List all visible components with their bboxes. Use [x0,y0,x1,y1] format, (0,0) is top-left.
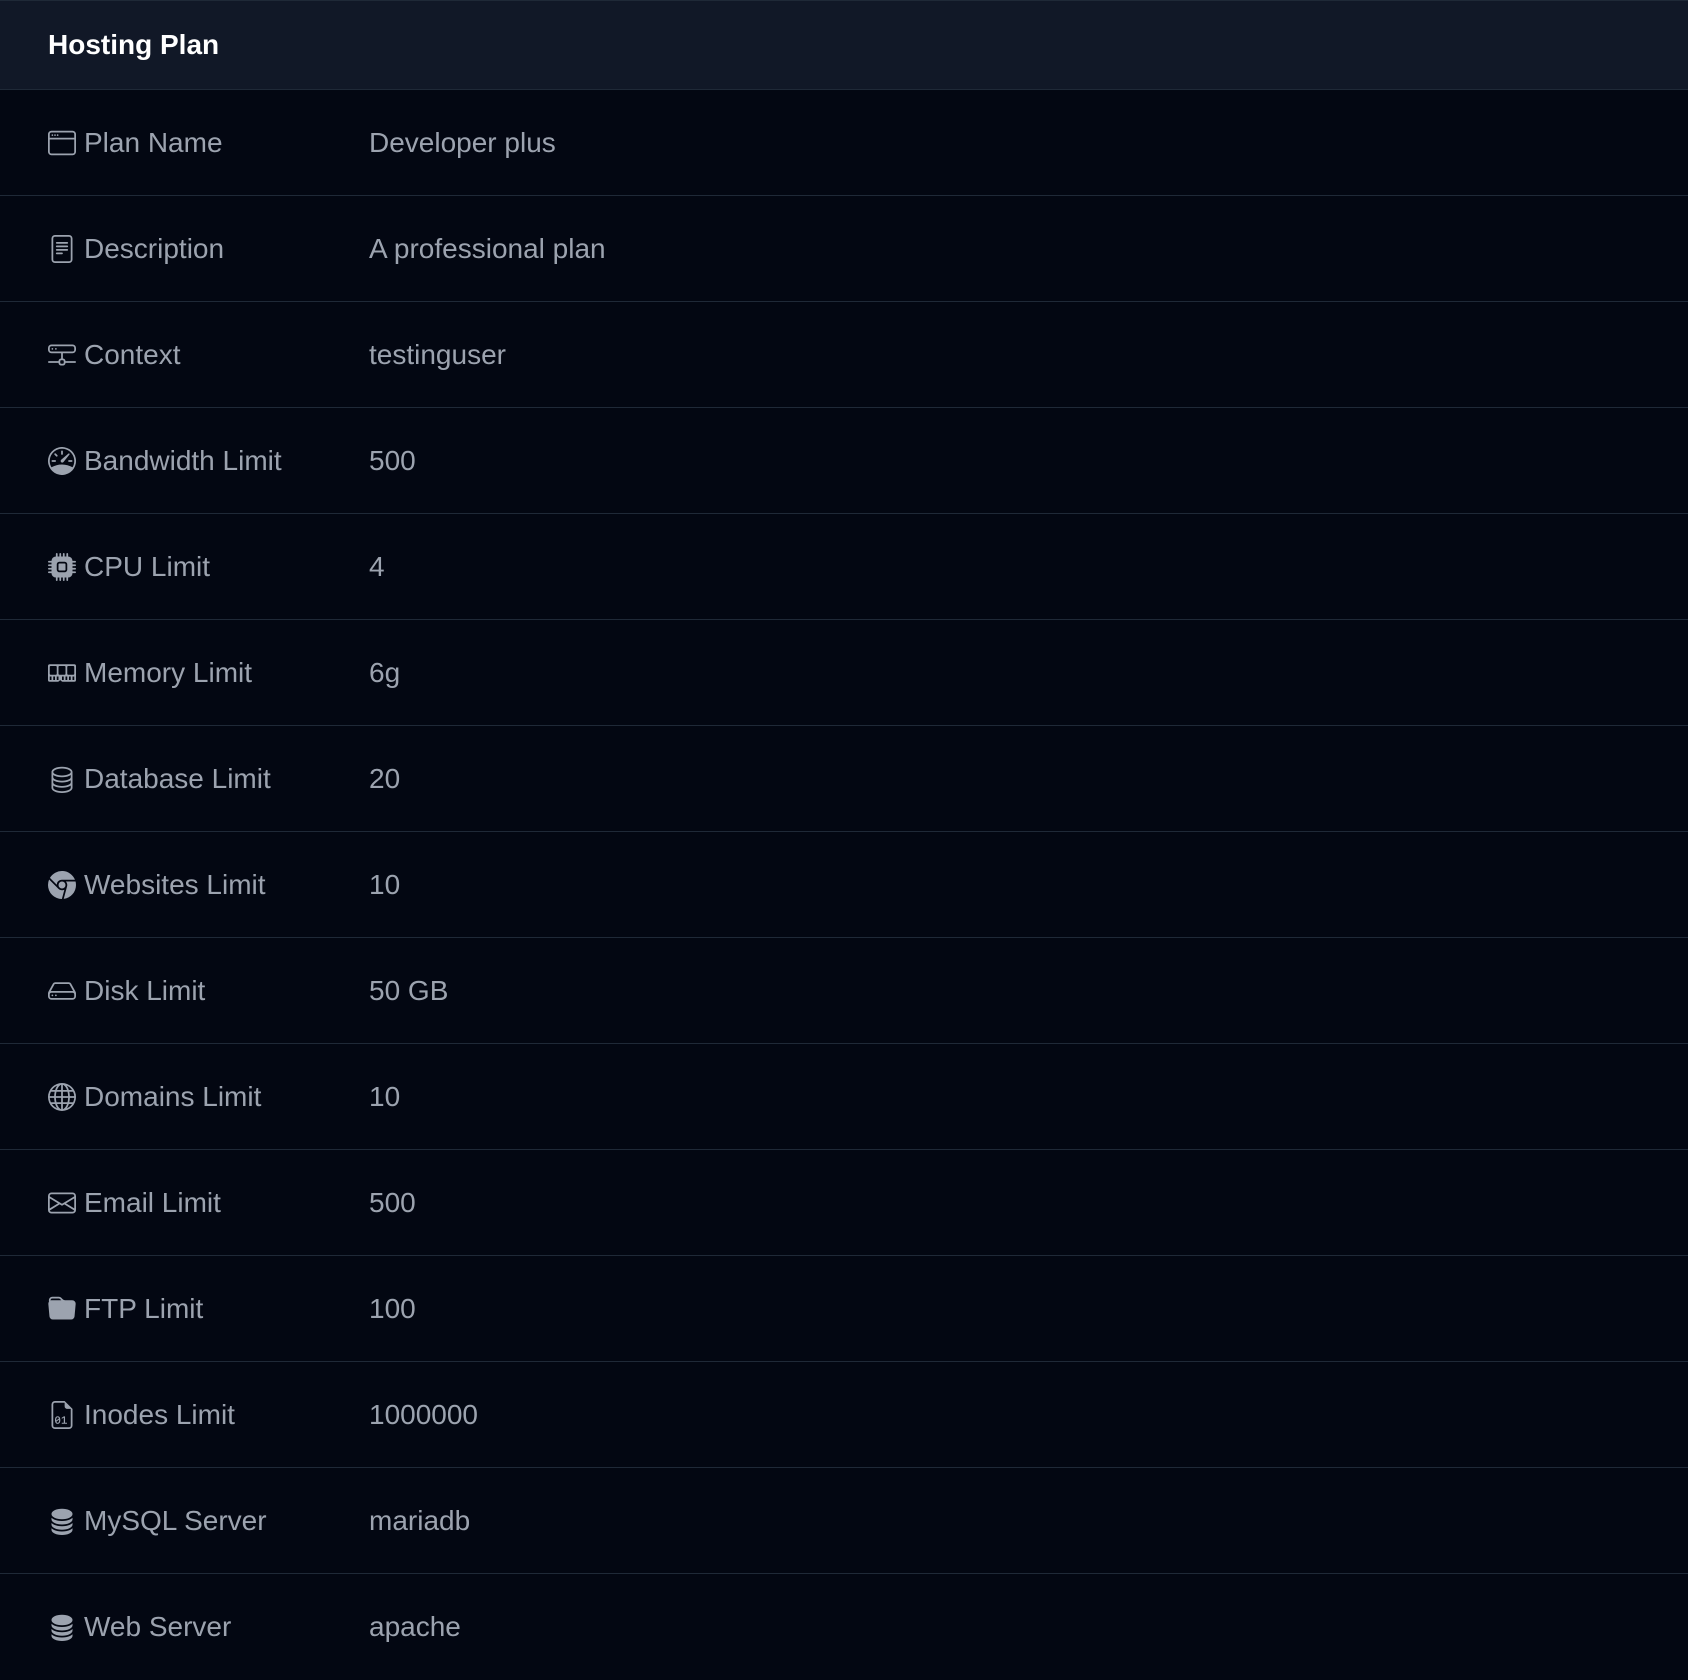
row-label: Inodes Limit [84,1398,235,1430]
database-fill-icon [48,1507,76,1535]
detail-row-email-limit: Email Limit 500 [0,1150,1688,1256]
detail-row-description: Description A professional plan [0,196,1688,302]
row-label: Plan Name [84,126,223,158]
row-value: 500 [369,1186,416,1218]
detail-row-context: Context testinguser [0,302,1688,408]
row-label: Web Server [84,1611,232,1642]
chrome-icon [48,870,76,899]
row-label: Disk Limit [84,974,206,1006]
envelope-icon [48,1189,76,1217]
row-label: FTP Limit [84,1292,204,1324]
database-icon [48,765,76,793]
detail-row-bandwidth-limit: Bandwidth Limit 500 [0,408,1688,514]
binary-file-icon [48,1400,76,1429]
memory-icon [48,659,76,687]
speedometer-icon [48,446,76,475]
detail-row-inodes-limit: Inodes Limit 1000000 [0,1362,1688,1468]
detail-row-websites-limit: Websites Limit 10 [0,832,1688,938]
row-label: Database Limit [84,762,271,794]
row-value: 1000000 [369,1398,479,1430]
row-label: Email Limit [84,1186,221,1218]
document-icon [48,234,76,263]
row-value: 10 [369,1080,401,1112]
hosting-plan-card: Hosting Plan Plan Name Developer plus De… [0,0,1688,1680]
detail-row-memory-limit: Memory Limit 6g [0,620,1688,726]
row-label: Bandwidth Limit [84,444,282,476]
row-value: Developer plus [369,126,556,158]
row-value: 500 [369,444,416,476]
row-label: Websites Limit [84,868,266,900]
row-label: MySQL Server [84,1504,267,1536]
row-label: Context [84,338,181,370]
row-label: Domains Limit [84,1080,262,1112]
row-value: 50 GB [369,974,449,1006]
row-value: A professional plan [369,232,606,264]
folder-icon [48,1295,76,1323]
window-icon [48,129,76,157]
network-icon [48,341,76,369]
row-value: 6g [369,656,401,688]
plan-details-list: Plan Name Developer plus Description A p… [0,90,1688,1680]
row-value: 100 [369,1292,416,1324]
detail-row-database-limit: Database Limit 20 [0,726,1688,832]
detail-row-web-server: Web Server apache [0,1574,1688,1680]
detail-row-domains-limit: Domains Limit 10 [0,1044,1688,1150]
row-label: Description [84,232,225,264]
detail-row-plan-name: Plan Name Developer plus [0,90,1688,196]
row-value: apache [369,1611,461,1642]
row-value: 10 [369,868,401,900]
row-value: 20 [369,762,401,794]
row-label: CPU Limit [84,550,211,582]
globe-icon [48,1082,76,1111]
row-value: mariadb [369,1504,471,1536]
page-title: Hosting Plan [48,29,220,60]
row-value: testinguser [369,338,506,370]
detail-row-ftp-limit: FTP Limit 100 [0,1256,1688,1362]
detail-row-cpu-limit: CPU Limit 4 [0,514,1688,620]
detail-row-disk-limit: Disk Limit 50 GB [0,938,1688,1044]
card-header: Hosting Plan [0,0,1688,90]
row-value: 4 [369,550,385,582]
hard-drive-icon [48,977,76,1005]
database-fill-icon [48,1613,76,1641]
detail-row-mysql-server: MySQL Server mariadb [0,1468,1688,1574]
row-label: Memory Limit [84,656,253,688]
cpu-icon [48,552,76,581]
